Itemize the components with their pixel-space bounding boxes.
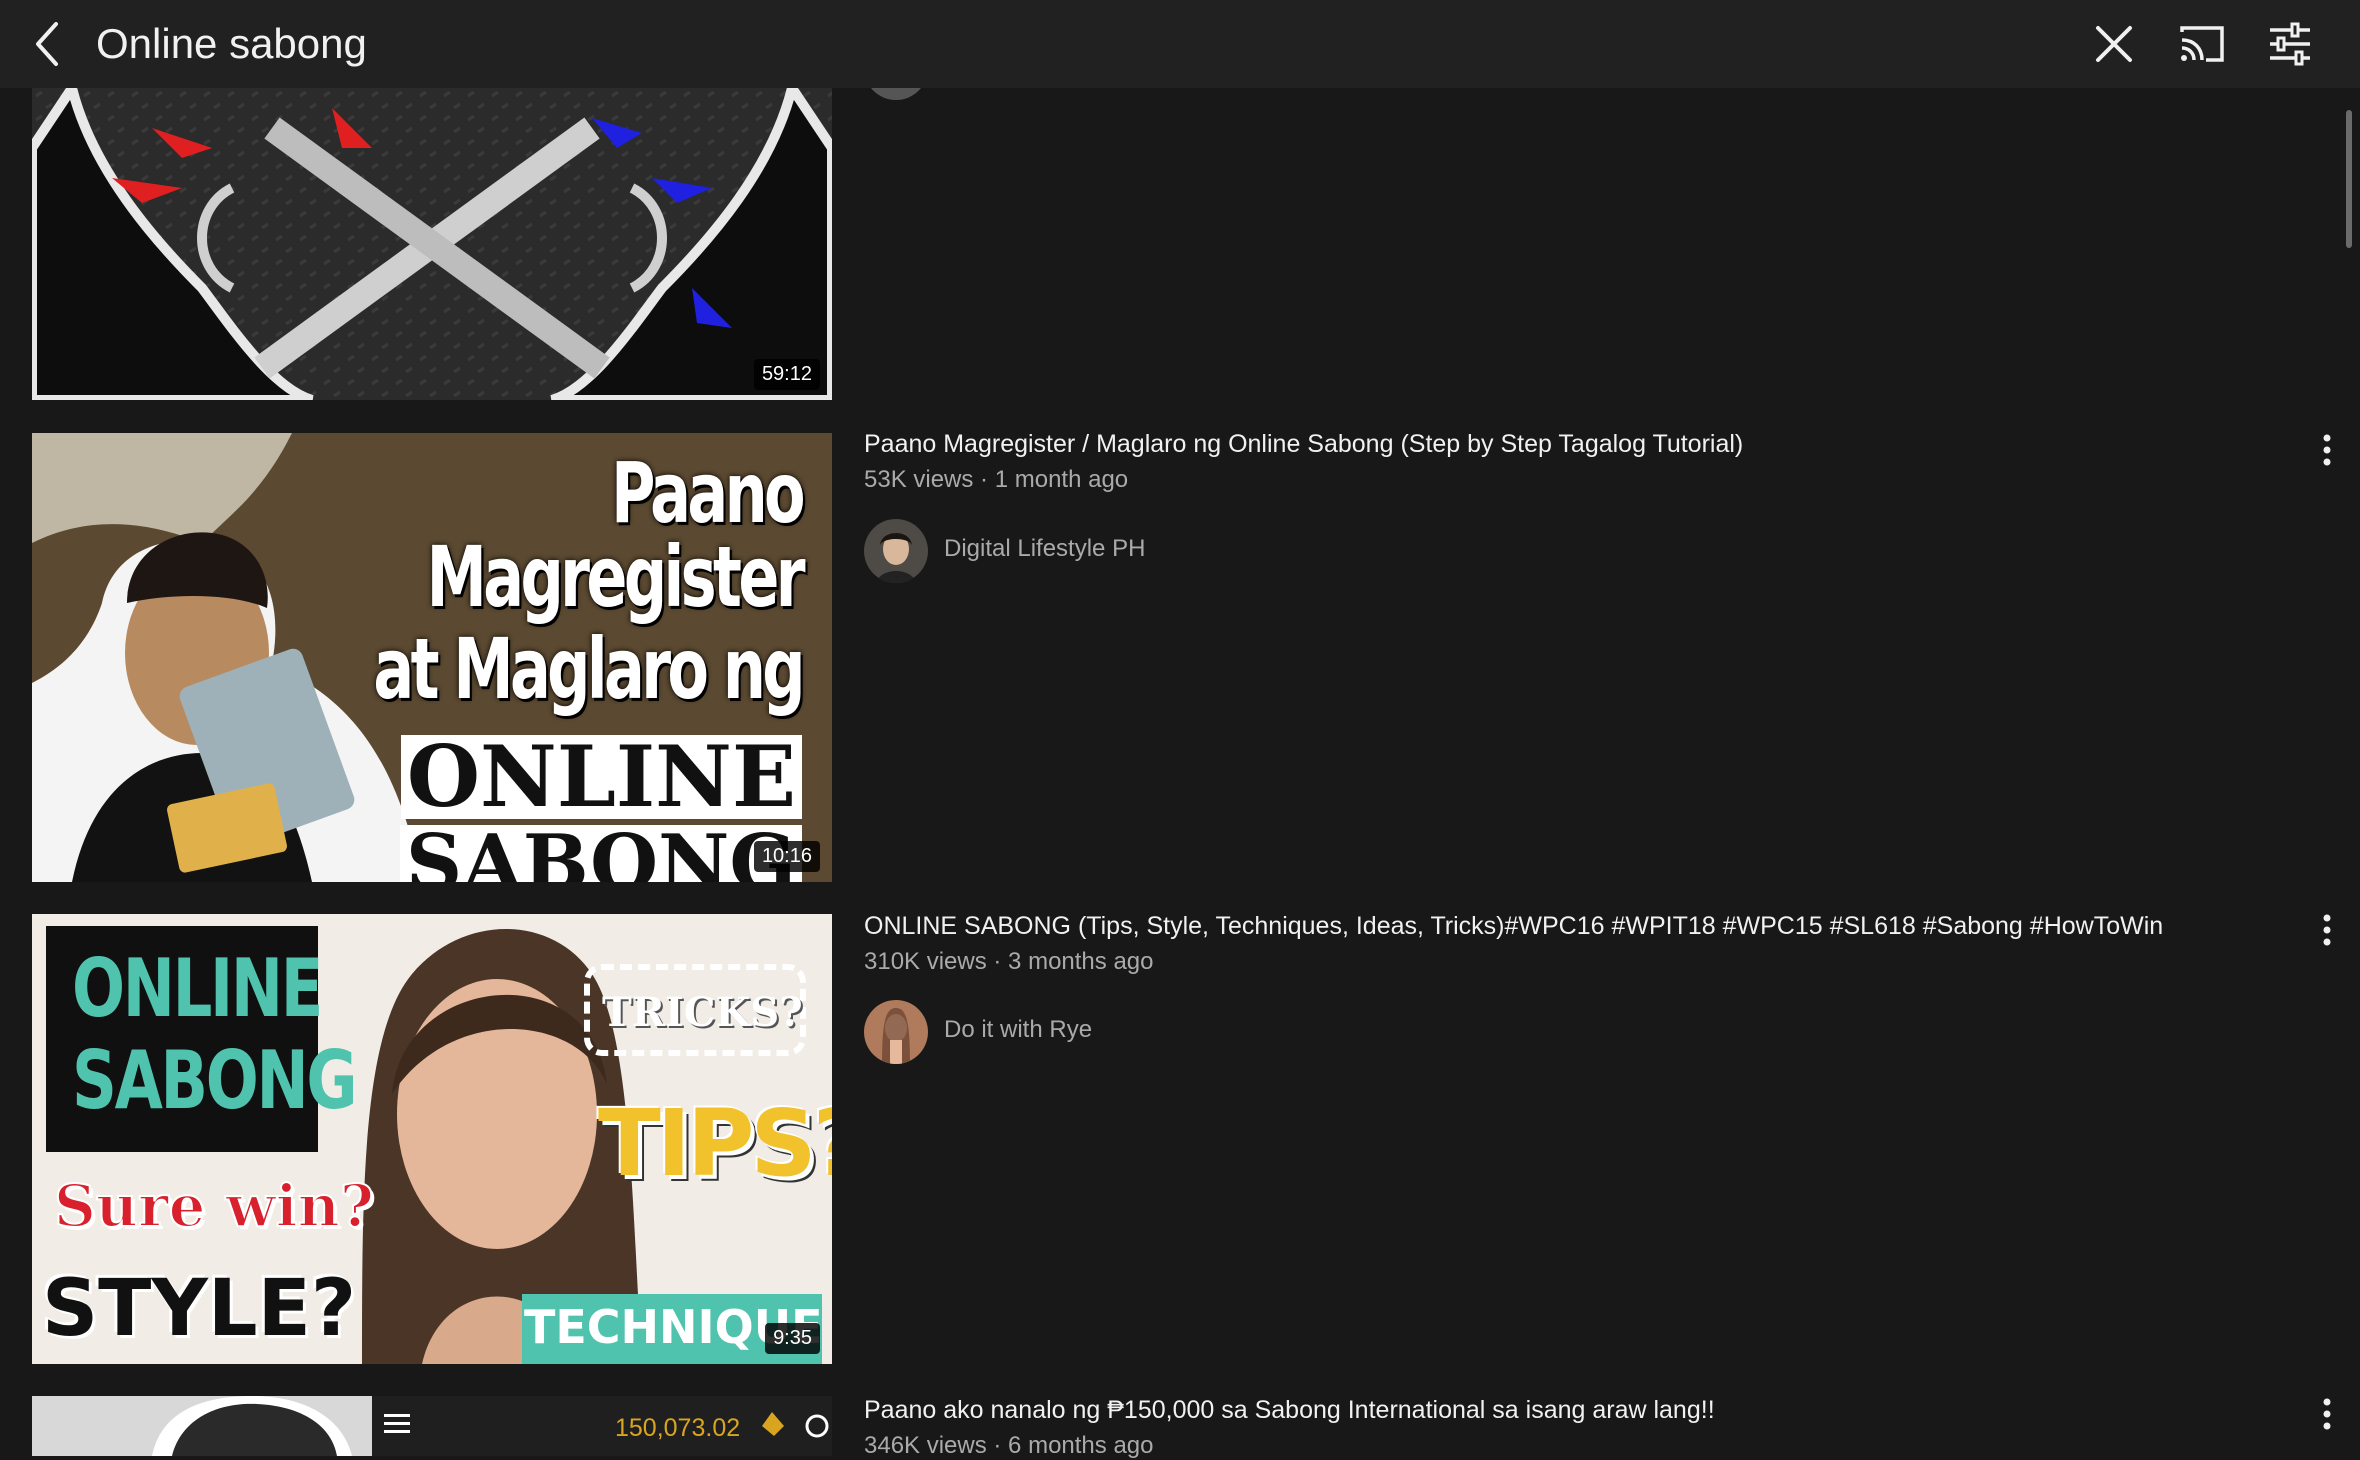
channel-avatar[interactable] <box>864 519 928 583</box>
thumbnail-text: ONLINE SABONG Sure win? STYLE? TRICKS? T… <box>32 914 832 1364</box>
results-list: 59:12 Paano Magregister at Maglaro ng ON… <box>0 0 2360 1459</box>
duration-badge: 9:35 <box>765 1323 820 1354</box>
avatar-image <box>864 1000 928 1064</box>
channel-name: Digital Lifestyle PH <box>944 535 1146 562</box>
duration-badge: 10:16 <box>753 841 820 872</box>
video-thumbnail[interactable]: 59:12 <box>32 88 832 400</box>
video-thumbnail[interactable]: 150,073.02 <box>32 1396 832 1456</box>
video-thumbnail[interactable]: Paano Magregister at Maglaro ng ONLINE S… <box>32 433 832 882</box>
channel-avatar[interactable] <box>864 1000 928 1064</box>
search-query[interactable]: Online sabong <box>96 18 367 70</box>
more-options-icon[interactable] <box>2312 1394 2342 1438</box>
video-title[interactable]: Paano ako nanalo ng ₱150,000 sa Sabong I… <box>864 1396 1715 1425</box>
back-arrow-icon[interactable] <box>24 18 76 70</box>
search-header: Online sabong <box>0 0 2360 88</box>
close-icon[interactable] <box>2088 18 2140 70</box>
more-options-icon[interactable] <box>2312 430 2342 474</box>
video-meta: 53K views · 1 month ago <box>864 466 1129 493</box>
video-thumbnail[interactable]: ONLINE SABONG Sure win? STYLE? TRICKS? T… <box>32 914 832 1364</box>
balance-amount: 150,073.02 <box>615 1414 741 1442</box>
scrollbar[interactable] <box>2346 110 2352 248</box>
rooster-logo-image <box>32 88 832 400</box>
video-title[interactable]: ONLINE SABONG (Tips, Style, Techniques, … <box>864 912 2163 941</box>
duration-badge: 59:12 <box>753 359 820 390</box>
thumbnail-text: Paano Magregister at Maglaro ng ONLINE S… <box>32 451 806 882</box>
avatar-image <box>864 519 928 583</box>
more-options-icon[interactable] <box>2312 910 2342 954</box>
filter-sliders-icon[interactable] <box>2264 18 2316 70</box>
channel-name: Do it with Rye <box>944 1016 1093 1043</box>
video-title[interactable]: Paano Magregister / Maglaro ng Online Sa… <box>864 430 1743 459</box>
cast-icon[interactable] <box>2176 18 2228 70</box>
video-meta: 310K views · 3 months ago <box>864 948 1154 975</box>
